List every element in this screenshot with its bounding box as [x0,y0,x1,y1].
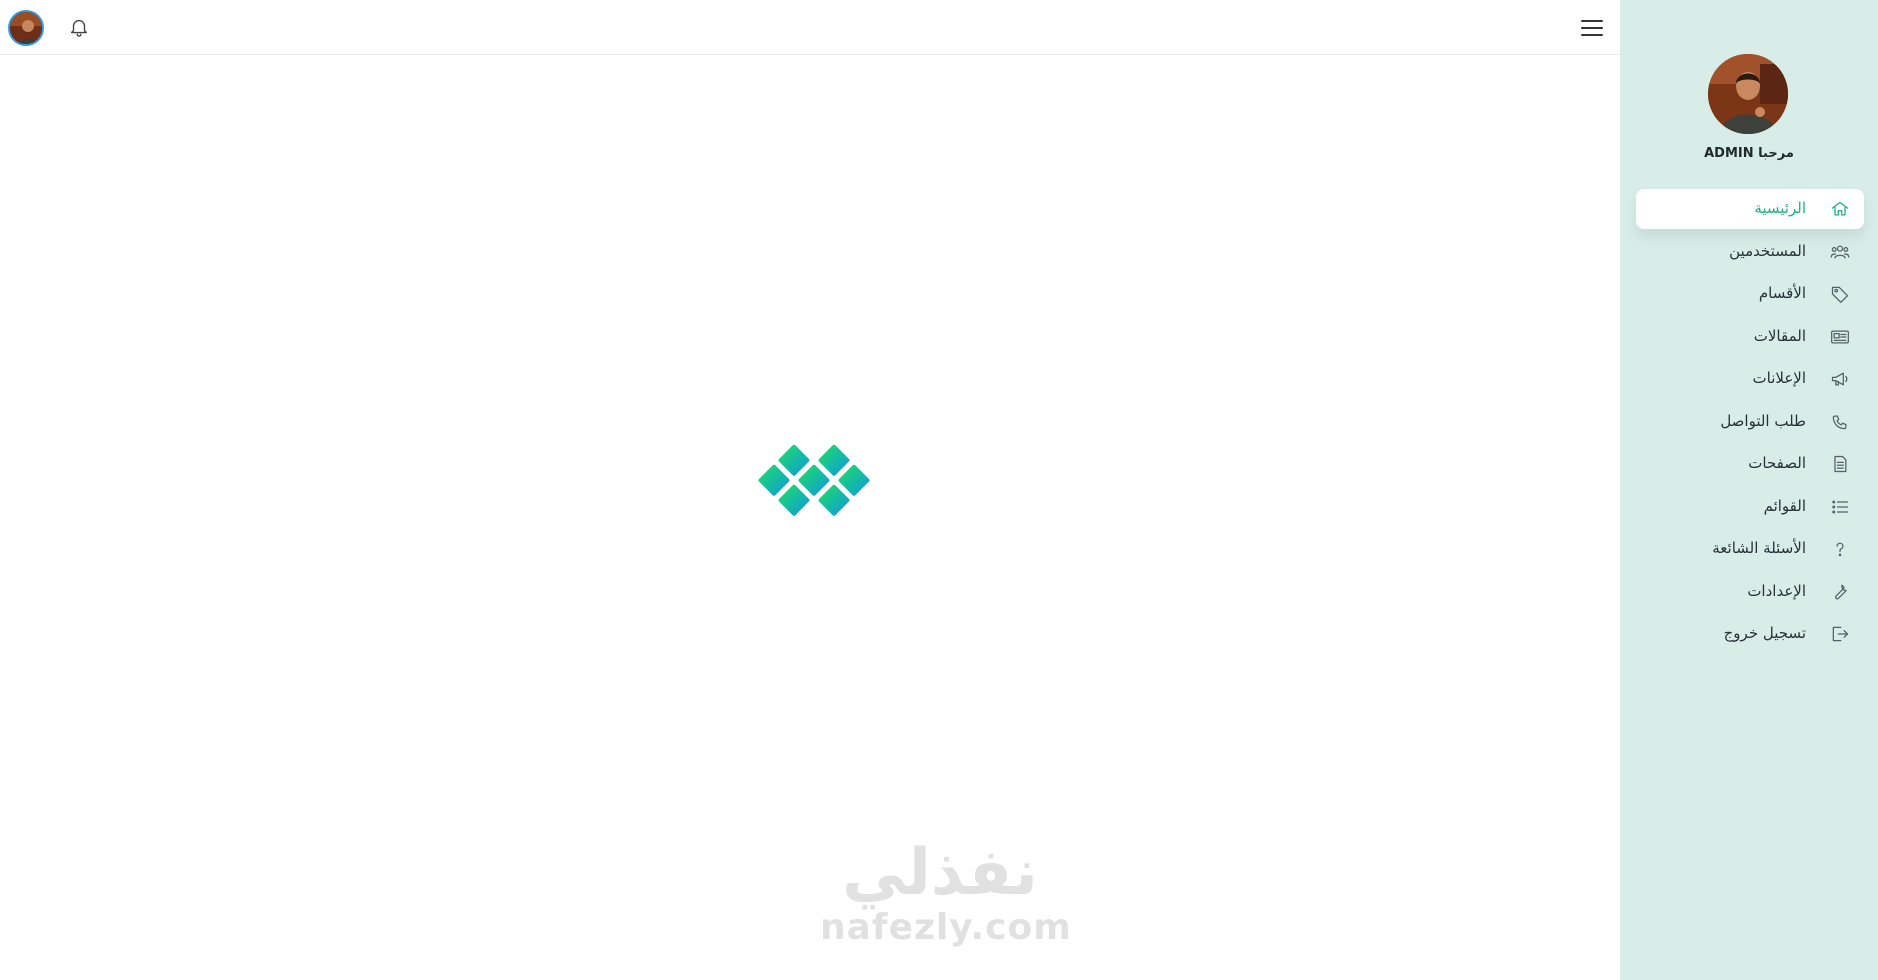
bell-icon [70,19,88,37]
sidebar-item-label: المقالات [1753,326,1806,345]
sidebar-item-tag[interactable]: الأقسام [1636,274,1864,314]
sidebar-item-home[interactable]: الرئيسية [1636,189,1864,229]
users-icon [1830,242,1850,262]
tag-icon [1830,284,1850,304]
sidebar-item-phone[interactable]: طلب التواصل [1636,402,1864,442]
top-bar [0,0,1620,55]
logout-icon [1830,624,1850,644]
newspaper-icon [1830,327,1850,347]
sidebar: مرحبا ADMIN الرئيسية المستخدمين الأقسام الم… [1620,0,1878,980]
question-icon [1830,539,1850,559]
sidebar-item-label: الإعدادات [1747,581,1806,600]
menu-toggle-button[interactable] [1580,17,1604,39]
loading-spinner-icon [758,444,870,516]
notifications-button[interactable] [68,16,90,38]
welcome-prefix: مرحبا [1758,146,1794,161]
sidebar-item-page[interactable]: الصفحات [1636,444,1864,484]
list-icon [1830,497,1850,517]
sidebar-item-label: الرئيسية [1754,199,1806,217]
user-avatar[interactable] [8,10,44,46]
sidebar-nav: الرئيسية المستخدمين الأقسام المقالات الإعلان… [1636,189,1864,657]
hamburger-icon [1581,20,1603,36]
page-icon [1830,454,1850,474]
home-icon [1830,199,1850,219]
sidebar-item-label: الأسئلة الشائعة [1712,539,1806,557]
sidebar-item-megaphone[interactable]: الإعلانات [1636,359,1864,399]
watermark-logo: نفذلي nafezly.com [820,836,1072,963]
sidebar-item-wrench[interactable]: الإعدادات [1636,572,1864,612]
sidebar-item-newspaper[interactable]: المقالات [1636,317,1864,357]
sidebar-item-label: الأقسام [1758,284,1806,302]
sidebar-item-label: الصفحات [1748,454,1806,472]
profile-photo[interactable] [1708,54,1788,134]
welcome-text: مرحبا ADMIN [1620,146,1878,161]
phone-icon [1830,412,1850,432]
watermark-domain: nafezly.com [820,907,1072,948]
sidebar-item-users[interactable]: المستخدمين [1636,232,1864,272]
sidebar-item-question[interactable]: الأسئلة الشائعة [1636,529,1864,569]
sidebar-item-label: تسجيل خروج [1723,624,1806,642]
sidebar-item-label: المستخدمين [1729,241,1806,260]
megaphone-icon [1830,369,1850,389]
main-content [0,56,1620,980]
welcome-name: ADMIN [1704,146,1754,161]
sidebar-item-label: القوائم [1763,496,1806,515]
wrench-icon [1830,582,1850,602]
sidebar-item-label: طلب التواصل [1720,411,1806,430]
watermark-arabic: نفذلي [842,836,1038,910]
sidebar-item-logout[interactable]: تسجيل خروج [1636,614,1864,654]
avatar-image [10,12,42,44]
sidebar-item-list[interactable]: القوائم [1636,487,1864,527]
profile-image [1708,54,1788,134]
loading-spinner [750,442,870,532]
sidebar-item-label: الإعلانات [1752,369,1807,387]
